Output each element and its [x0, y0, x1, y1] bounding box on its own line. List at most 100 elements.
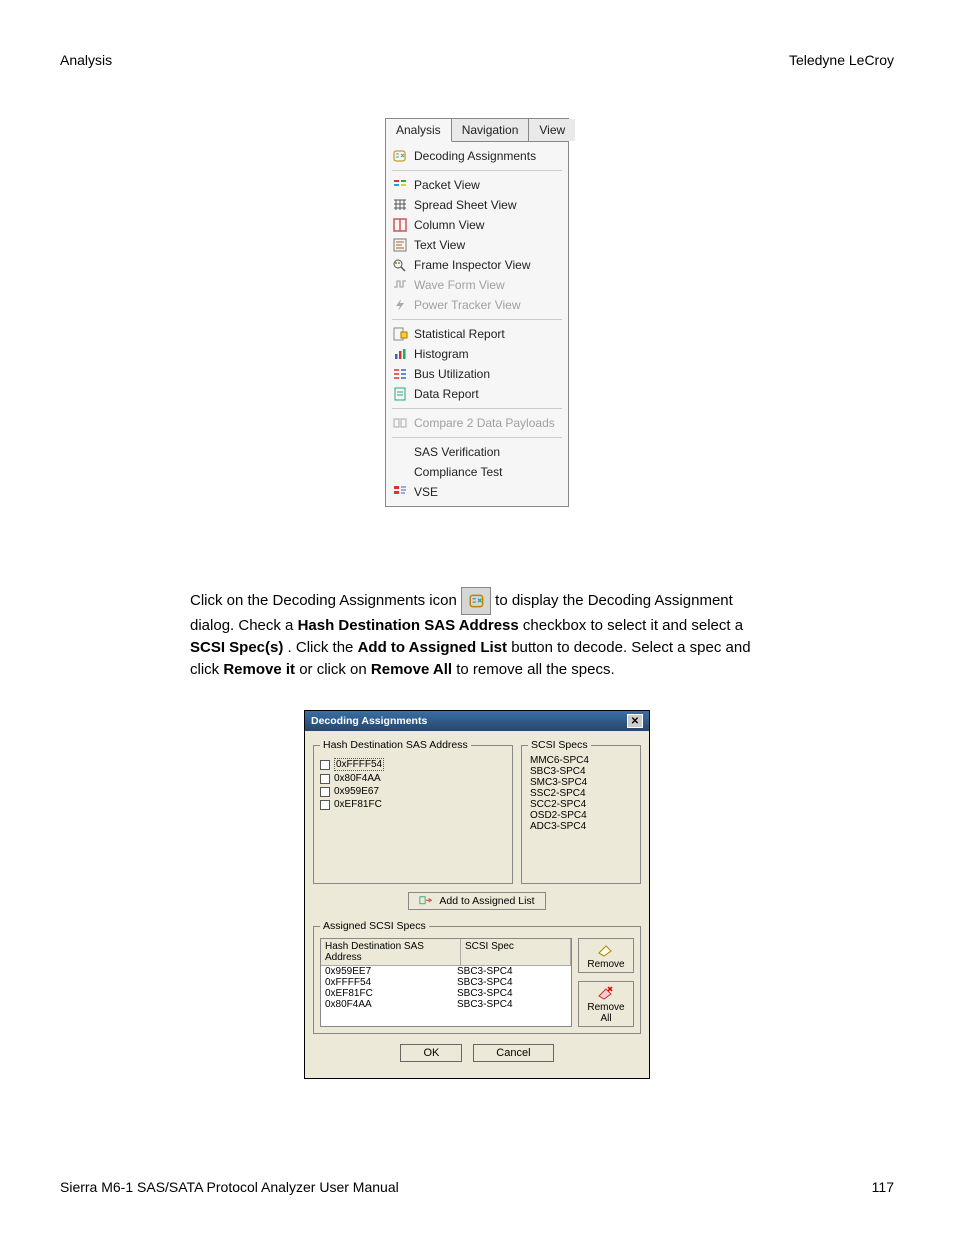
menu-item-label: Column View — [414, 218, 562, 232]
blank-icon — [392, 464, 408, 480]
scsi-spec-item[interactable]: SMC3-SPC4 — [530, 777, 632, 788]
analysis-menu-figure: Analysis Navigation View Decoding Assign… — [385, 118, 569, 507]
text-view-icon — [392, 237, 408, 253]
decoding-assignments-dialog: Decoding Assignments ✕ Hash Destination … — [304, 710, 650, 1079]
remove-label: Remove — [587, 959, 624, 970]
menu-item-frame-inspector[interactable]: Frame Inspector View — [386, 255, 568, 275]
para-bold: Add to Assigned List — [358, 639, 507, 656]
spreadsheet-icon — [392, 197, 408, 213]
menu-item-stat-report[interactable]: Statistical Report — [386, 324, 568, 344]
menu-item-vse[interactable]: VSE — [386, 482, 568, 502]
table-row[interactable]: 0x80F4AASBC3-SPC4 — [321, 999, 571, 1010]
para-bold: SCSI Spec(s) — [190, 639, 283, 656]
table-row[interactable]: 0xFFFF54SBC3-SPC4 — [321, 977, 571, 988]
cell-address: 0xEF81FC — [325, 988, 457, 999]
blank-icon — [392, 444, 408, 460]
scsi-spec-item[interactable]: ADC3-SPC4 — [530, 821, 632, 832]
remove-button[interactable]: Remove — [578, 938, 634, 973]
hash-label: 0xFFFF54 — [334, 758, 384, 771]
cell-address: 0xFFFF54 — [325, 977, 457, 988]
footer-left: Sierra M6-1 SAS/SATA Protocol Analyzer U… — [60, 1179, 399, 1195]
para-text: Click on the Decoding Assignments icon — [190, 592, 461, 609]
eraser-red-icon — [596, 984, 616, 1000]
compare-icon — [392, 415, 408, 431]
scsi-spec-item[interactable]: SSC2-SPC4 — [530, 788, 632, 799]
scsi-spec-item[interactable]: OSD2-SPC4 — [530, 810, 632, 821]
footer-page-number: 117 — [872, 1179, 894, 1195]
checkbox-icon[interactable] — [320, 774, 330, 784]
scsi-legend: SCSI Specs — [528, 739, 591, 751]
menu-item-decoding-assignments[interactable]: Decoding Assignments — [386, 146, 568, 166]
scsi-spec-item[interactable]: SBC3-SPC4 — [530, 766, 632, 777]
para-bold: Hash Destination SAS Address — [298, 617, 519, 634]
scsi-spec-item[interactable]: SCC2-SPC4 — [530, 799, 632, 810]
tab-analysis[interactable]: Analysis — [386, 119, 452, 142]
para-text: checkbox to select it and select a — [523, 617, 743, 634]
column-view-icon — [392, 217, 408, 233]
menu-item-label: Data Report — [414, 387, 562, 401]
menu-item-column-view[interactable]: Column View — [386, 215, 568, 235]
menu-item-label: Spread Sheet View — [414, 198, 562, 212]
menu-item-label: Statistical Report — [414, 327, 562, 341]
menu-item-label: Compliance Test — [414, 465, 562, 479]
waveform-icon — [392, 277, 408, 293]
cancel-button[interactable]: Cancel — [473, 1044, 553, 1062]
ok-button[interactable]: OK — [400, 1044, 462, 1062]
vse-icon — [392, 484, 408, 500]
menu-item-label: Decoding Assignments — [414, 149, 562, 163]
eraser-icon — [596, 941, 616, 957]
menu-item-packet-view[interactable]: Packet View — [386, 175, 568, 195]
menu-item-sas-verification[interactable]: SAS Verification — [386, 442, 568, 462]
frame-inspector-icon — [392, 257, 408, 273]
power-tracker-icon — [392, 297, 408, 313]
menu-item-label: Text View — [414, 238, 562, 252]
dialog-title: Decoding Assignments — [311, 715, 427, 727]
close-icon[interactable]: ✕ — [627, 714, 643, 728]
tab-view[interactable]: View — [529, 119, 575, 141]
checkbox-icon[interactable] — [320, 787, 330, 797]
remove-all-label: Remove All — [581, 1002, 631, 1024]
hash-checkbox-item[interactable]: 0xEF81FC — [320, 798, 506, 811]
menu-item-spreadsheet[interactable]: Spread Sheet View — [386, 195, 568, 215]
add-button-label: Add to Assigned List — [439, 895, 534, 907]
menu-item-histogram[interactable]: Histogram — [386, 344, 568, 364]
menu-item-power-tracker: Power Tracker View — [386, 295, 568, 315]
table-header-spec: SCSI Spec — [461, 939, 571, 966]
hash-checkbox-item[interactable]: 0x959E67 — [320, 785, 506, 798]
header-left: Analysis — [60, 52, 112, 68]
table-row[interactable]: 0xEF81FCSBC3-SPC4 — [321, 988, 571, 999]
para-text: or click on — [299, 661, 371, 678]
instruction-paragraph: Click on the Decoding Assignments icon t… — [190, 587, 764, 680]
checkbox-icon[interactable] — [320, 800, 330, 810]
hash-label: 0x80F4AA — [334, 773, 381, 784]
menu-item-compare-payloads: Compare 2 Data Payloads — [386, 413, 568, 433]
histogram-icon — [392, 346, 408, 362]
assigned-legend: Assigned SCSI Specs — [320, 920, 429, 932]
cell-address: 0x80F4AA — [325, 999, 457, 1010]
table-row[interactable]: 0x959EE7SBC3-SPC4 — [321, 966, 571, 977]
hash-checkbox-item[interactable]: 0xFFFF54 — [320, 757, 506, 772]
menu-item-text-view[interactable]: Text View — [386, 235, 568, 255]
header-right: Teledyne LeCroy — [789, 52, 894, 68]
menu-item-compliance-test[interactable]: Compliance Test — [386, 462, 568, 482]
menu-item-label: Histogram — [414, 347, 562, 361]
checkbox-icon[interactable] — [320, 760, 330, 770]
menu-item-bus-util[interactable]: Bus Utilization — [386, 364, 568, 384]
menu-item-label: Power Tracker View — [414, 298, 562, 312]
add-to-assigned-button[interactable]: Add to Assigned List — [408, 892, 545, 910]
menu-item-data-report[interactable]: Data Report — [386, 384, 568, 404]
menu-item-label: VSE — [414, 485, 562, 499]
hash-checkbox-item[interactable]: 0x80F4AA — [320, 772, 506, 785]
cell-spec: SBC3-SPC4 — [457, 977, 567, 988]
menu-item-label: Frame Inspector View — [414, 258, 562, 272]
menu-item-label: SAS Verification — [414, 445, 562, 459]
scsi-spec-item[interactable]: MMC6-SPC4 — [530, 755, 632, 766]
scsi-specs-group: SCSI Specs MMC6-SPC4 SBC3-SPC4 SMC3-SPC4… — [521, 739, 641, 884]
remove-all-button[interactable]: Remove All — [578, 981, 634, 1027]
hash-address-group: Hash Destination SAS Address 0xFFFF54 0x… — [313, 739, 513, 884]
hash-label: 0x959E67 — [334, 786, 379, 797]
cell-spec: SBC3-SPC4 — [457, 999, 567, 1010]
hash-legend: Hash Destination SAS Address — [320, 739, 471, 751]
tab-navigation[interactable]: Navigation — [452, 119, 530, 141]
para-bold: Remove All — [371, 661, 452, 678]
